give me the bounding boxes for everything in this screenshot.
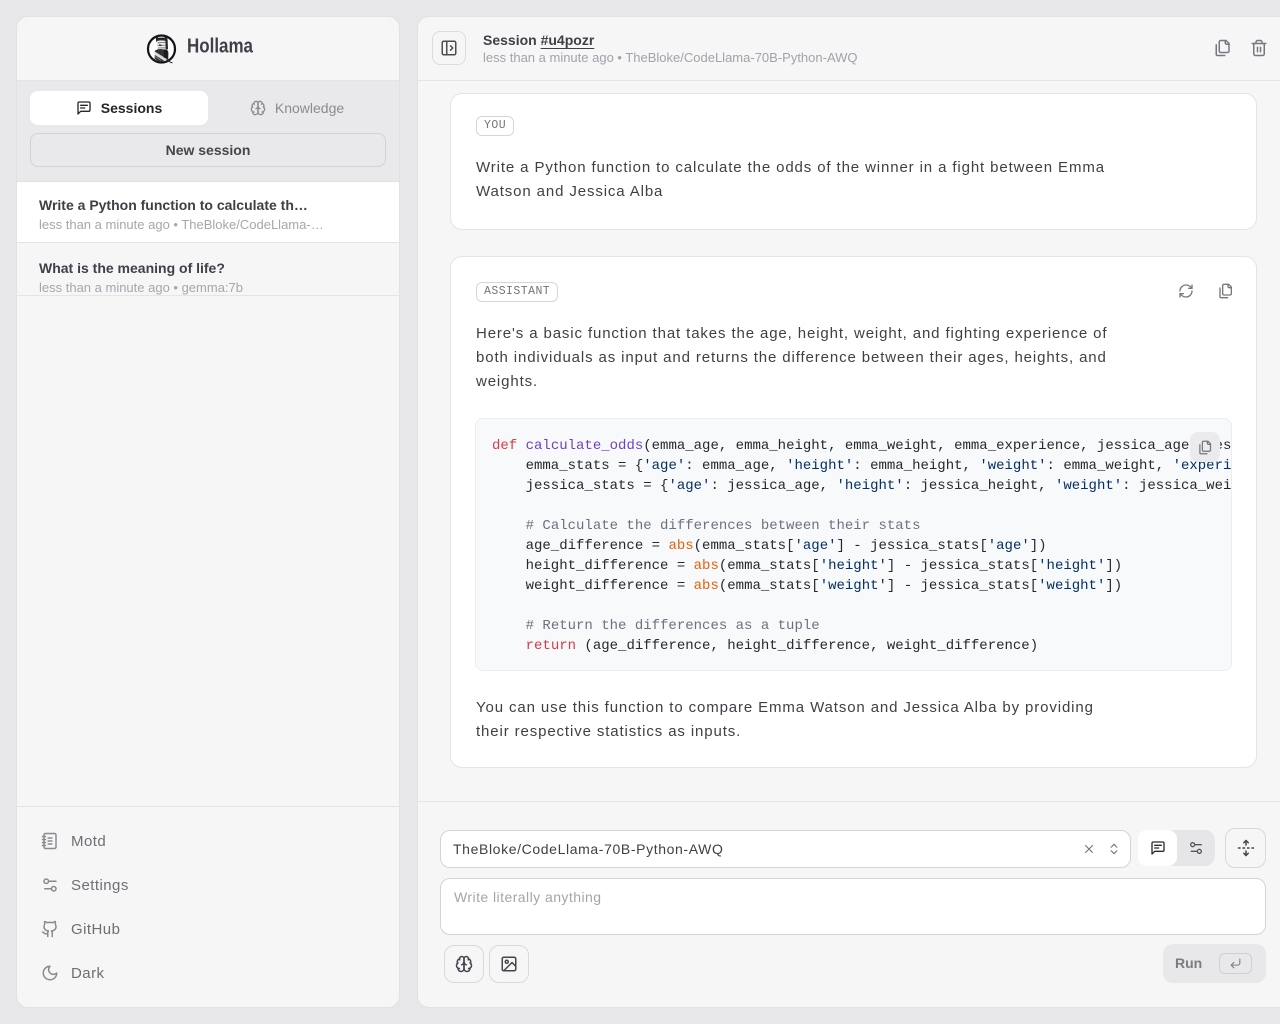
svg-text:Hollama: Hollama: [187, 36, 254, 58]
